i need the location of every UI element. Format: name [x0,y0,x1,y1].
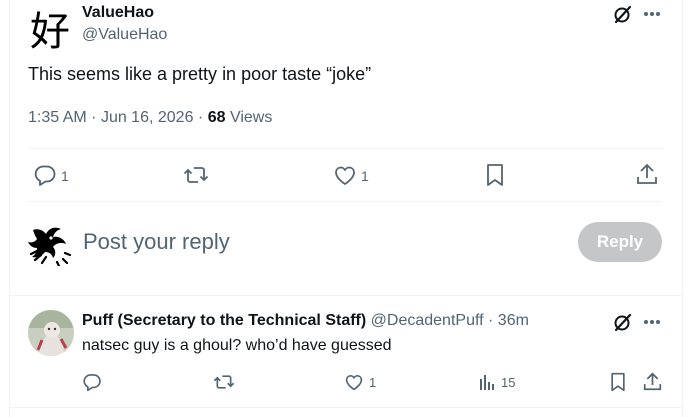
more-icon[interactable] [643,11,661,17]
grok-icon[interactable] [612,311,634,333]
views-label: Views [229,109,273,126]
reply-time[interactable]: 36m [498,312,529,329]
bookmark-icon[interactable] [486,163,504,187]
reply-post-avatar[interactable] [28,310,74,356]
like-icon[interactable] [344,373,364,391]
main-post-display-name[interactable]: ValueHao [82,4,154,22]
main-post-avatar[interactable]: 好 [26,4,74,55]
reply-handle[interactable]: @DecadentPuff [371,312,484,329]
post-date[interactable]: Jun 16, 2026 [101,109,194,126]
reply-count: 1 [61,168,69,184]
meta-separator: · [488,312,494,329]
reply-button[interactable]: Reply [578,222,662,262]
bookmark-icon[interactable] [610,372,626,392]
post-time[interactable]: 1:35 AM [28,109,87,126]
repost-icon[interactable] [213,372,235,392]
post-meta: 1:35 AM · Jun 16, 2026 · 68 Views [28,109,272,127]
like-count: 1 [369,375,377,390]
reply-header: Puff (Secretary to the Technical Staff) … [82,312,529,330]
grok-icon[interactable] [612,3,634,25]
like-icon[interactable] [333,164,357,186]
views-count: 15 [501,375,516,390]
meta-separator: · [197,109,204,126]
reply-text: natsec guy is a ghoul? who’d have guesse… [82,337,392,354]
share-icon[interactable] [636,162,658,186]
current-user-avatar[interactable] [27,220,73,266]
views-count: 68 [207,109,226,126]
repost-icon[interactable] [183,163,209,187]
more-icon[interactable] [643,319,661,325]
divider [9,407,682,408]
share-icon[interactable] [643,371,662,392]
meta-separator: · [91,109,97,126]
main-post-handle[interactable]: @ValueHao [82,26,167,44]
reply-icon[interactable] [82,372,102,392]
divider [28,148,662,149]
divider [9,295,682,296]
reply-display-name[interactable]: Puff (Secretary to the Technical Staff) [82,312,366,329]
like-count: 1 [361,168,369,184]
reply-icon[interactable] [33,163,57,187]
divider [28,201,662,202]
main-post-text: This seems like a pretty in poor taste “… [28,64,372,84]
analytics-icon[interactable] [479,374,495,390]
reply-input[interactable]: Post your reply [83,229,230,255]
avatar-glyph: 好 [30,9,70,55]
